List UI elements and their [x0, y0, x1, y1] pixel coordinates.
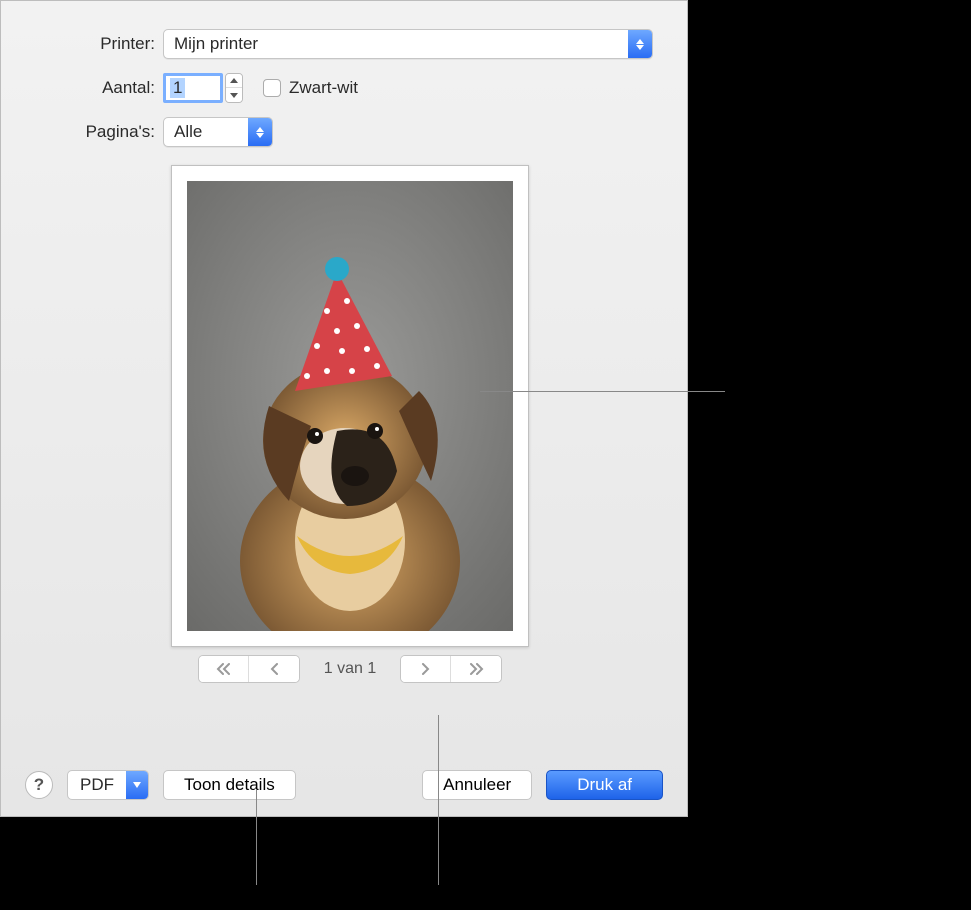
- preview-image: [187, 181, 513, 631]
- updown-arrows-icon: [628, 30, 652, 58]
- print-dialog: Printer: Mijn printer Aantal: 1 Zwart-wi…: [0, 0, 688, 817]
- dropdown-arrow-icon: [126, 771, 148, 799]
- pdf-menu-button[interactable]: PDF: [67, 770, 149, 800]
- pages-select[interactable]: Alle: [163, 117, 273, 147]
- copies-row: Aantal: 1 Zwart-wit: [1, 73, 687, 103]
- print-button[interactable]: Druk af: [546, 770, 663, 800]
- blackwhite-label: Zwart-wit: [289, 78, 358, 98]
- copies-value: 1: [170, 78, 185, 98]
- chevron-right-icon: [421, 663, 431, 675]
- show-details-button[interactable]: Toon details: [163, 770, 296, 800]
- printer-selected-value: Mijn printer: [164, 34, 268, 54]
- page-indicator: 1 van 1: [310, 660, 390, 678]
- chevron-left-icon: [269, 663, 279, 675]
- printer-row: Printer: Mijn printer: [1, 29, 687, 59]
- updown-arrows-icon: [248, 118, 272, 146]
- copies-label: Aantal:: [1, 78, 163, 98]
- dialog-footer: ? PDF Toon details Annuleer Druk af: [1, 754, 687, 816]
- double-chevron-right-icon: [468, 663, 484, 675]
- callout-line: [480, 391, 725, 392]
- chevron-down-icon: [230, 93, 238, 98]
- callout-line: [256, 790, 257, 885]
- copies-input[interactable]: 1: [163, 73, 223, 103]
- first-page-button[interactable]: [199, 656, 249, 682]
- pager-fwd-group: [400, 655, 502, 683]
- copies-stepper[interactable]: [225, 73, 243, 103]
- preview-area: 1 van 1: [171, 165, 529, 683]
- prev-page-button[interactable]: [249, 656, 299, 682]
- pages-row: Pagina's: Alle: [1, 117, 687, 147]
- pager-back-group: [198, 655, 300, 683]
- stepper-down-button[interactable]: [226, 88, 242, 102]
- preview-page: [171, 165, 529, 647]
- printer-label: Printer:: [1, 34, 163, 54]
- blackwhite-checkbox[interactable]: [263, 79, 281, 97]
- next-page-button[interactable]: [401, 656, 451, 682]
- pages-selected-value: Alle: [164, 122, 212, 142]
- stepper-up-button[interactable]: [226, 74, 242, 88]
- help-button[interactable]: ?: [25, 771, 53, 799]
- callout-line: [438, 715, 439, 885]
- pdf-label: PDF: [68, 775, 126, 795]
- last-page-button[interactable]: [451, 656, 501, 682]
- double-chevron-left-icon: [216, 663, 232, 675]
- pages-label: Pagina's:: [1, 122, 163, 142]
- printer-select[interactable]: Mijn printer: [163, 29, 653, 59]
- chevron-up-icon: [230, 78, 238, 83]
- pager: 1 van 1: [171, 655, 529, 683]
